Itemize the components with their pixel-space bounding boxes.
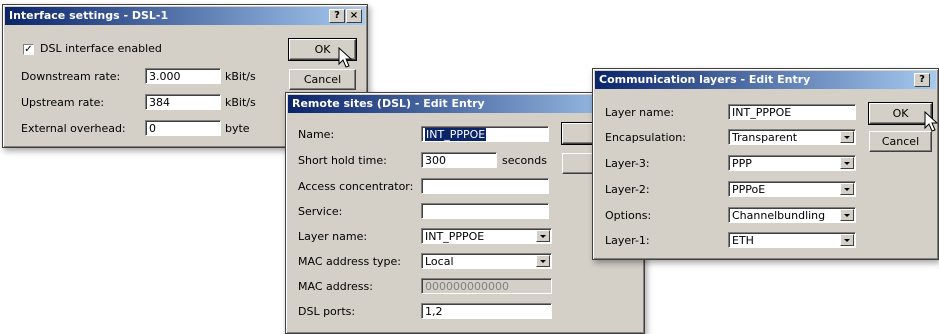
cancel-button[interactable]: Cancel	[289, 69, 356, 90]
dialog-title: Remote sites (DSL) - Edit Entry	[292, 97, 485, 110]
encapsulation-select[interactable]: Transparent	[728, 129, 856, 145]
layer-1-select[interactable]: ETH	[728, 232, 856, 248]
layer-3-select[interactable]: PPP	[728, 155, 856, 171]
layer-name-label: Layer name:	[298, 230, 368, 243]
upstream-rate-unit: kBit/s	[225, 96, 256, 109]
layer-name-label: Layer name:	[605, 106, 675, 119]
service-label: Service:	[298, 205, 343, 218]
mac-address-type-label: MAC address type:	[298, 255, 401, 268]
upstream-rate-label: Upstream rate:	[21, 96, 105, 109]
dsl-enabled-checkbox[interactable]: ✓	[23, 44, 34, 55]
options-select[interactable]: Channelbundling	[728, 207, 856, 223]
external-overhead-unit: byte	[225, 122, 250, 135]
ok-button[interactable]: OK	[868, 102, 933, 125]
name-input[interactable]: INT_PPPOE	[421, 126, 549, 142]
chevron-down-icon[interactable]	[536, 255, 550, 267]
name-label: Name:	[298, 128, 335, 141]
title-bar[interactable]: Remote sites (DSL) - Edit Entry	[288, 95, 642, 113]
mouse-cursor-icon	[338, 47, 353, 68]
short-hold-time-input[interactable]: 300	[421, 152, 497, 168]
close-button[interactable]: ×	[346, 9, 362, 23]
downstream-rate-unit: kBit/s	[225, 70, 256, 83]
layer-2-label: Layer-2:	[605, 183, 650, 196]
mac-address-input: 000000000000	[421, 278, 552, 294]
downstream-rate-label: Downstream rate:	[21, 70, 121, 83]
short-hold-time-label: Short hold time:	[298, 154, 387, 167]
chevron-down-icon[interactable]	[840, 157, 854, 169]
encapsulation-label: Encapsulation:	[605, 131, 686, 144]
dsl-enabled-label: DSL interface enabled	[40, 42, 162, 55]
dsl-ports-input[interactable]: 1,2	[421, 303, 552, 319]
layer-1-label: Layer-1:	[605, 234, 650, 247]
mac-address-label: MAC address:	[298, 280, 373, 293]
service-input[interactable]	[421, 203, 549, 219]
chevron-down-icon[interactable]	[536, 230, 550, 242]
title-bar[interactable]: Interface settings - DSL-1 ? ×	[5, 7, 365, 25]
layer-name-input[interactable]: INT_PPPOE	[728, 104, 856, 120]
help-button[interactable]: ?	[914, 73, 930, 87]
cancel-button[interactable]: Cancel	[869, 131, 932, 152]
dialog-title: Communication layers - Edit Entry	[599, 73, 811, 86]
dialog-title: Interface settings - DSL-1	[9, 9, 169, 22]
communication-layers-dialog: Communication layers - Edit Entry ? Laye…	[592, 68, 939, 260]
layer-name-select[interactable]: INT_PPPOE	[421, 228, 552, 244]
chevron-down-icon[interactable]	[840, 209, 854, 221]
help-button[interactable]: ?	[329, 9, 345, 23]
title-bar[interactable]: Communication layers - Edit Entry ?	[595, 71, 936, 89]
mac-address-type-select[interactable]: Local	[421, 253, 552, 269]
external-overhead-label: External overhead:	[21, 122, 126, 135]
external-overhead-input[interactable]: 0	[145, 120, 221, 136]
chevron-down-icon[interactable]	[840, 131, 854, 143]
access-concentrator-input[interactable]	[421, 178, 549, 194]
layer-2-select[interactable]: PPPoE	[728, 181, 856, 197]
options-label: Options:	[605, 209, 652, 222]
access-concentrator-label: Access concentrator:	[298, 180, 414, 193]
downstream-rate-input[interactable]: 3.000	[145, 68, 221, 84]
remote-sites-dialog: Remote sites (DSL) - Edit Entry Name: IN…	[285, 92, 645, 334]
dsl-ports-label: DSL ports:	[298, 305, 356, 318]
chevron-down-icon[interactable]	[840, 234, 854, 246]
short-hold-time-unit: seconds	[502, 154, 547, 167]
chevron-down-icon[interactable]	[840, 183, 854, 195]
upstream-rate-input[interactable]: 384	[145, 94, 221, 110]
mouse-cursor-icon	[924, 111, 938, 132]
layer-3-label: Layer-3:	[605, 157, 650, 170]
